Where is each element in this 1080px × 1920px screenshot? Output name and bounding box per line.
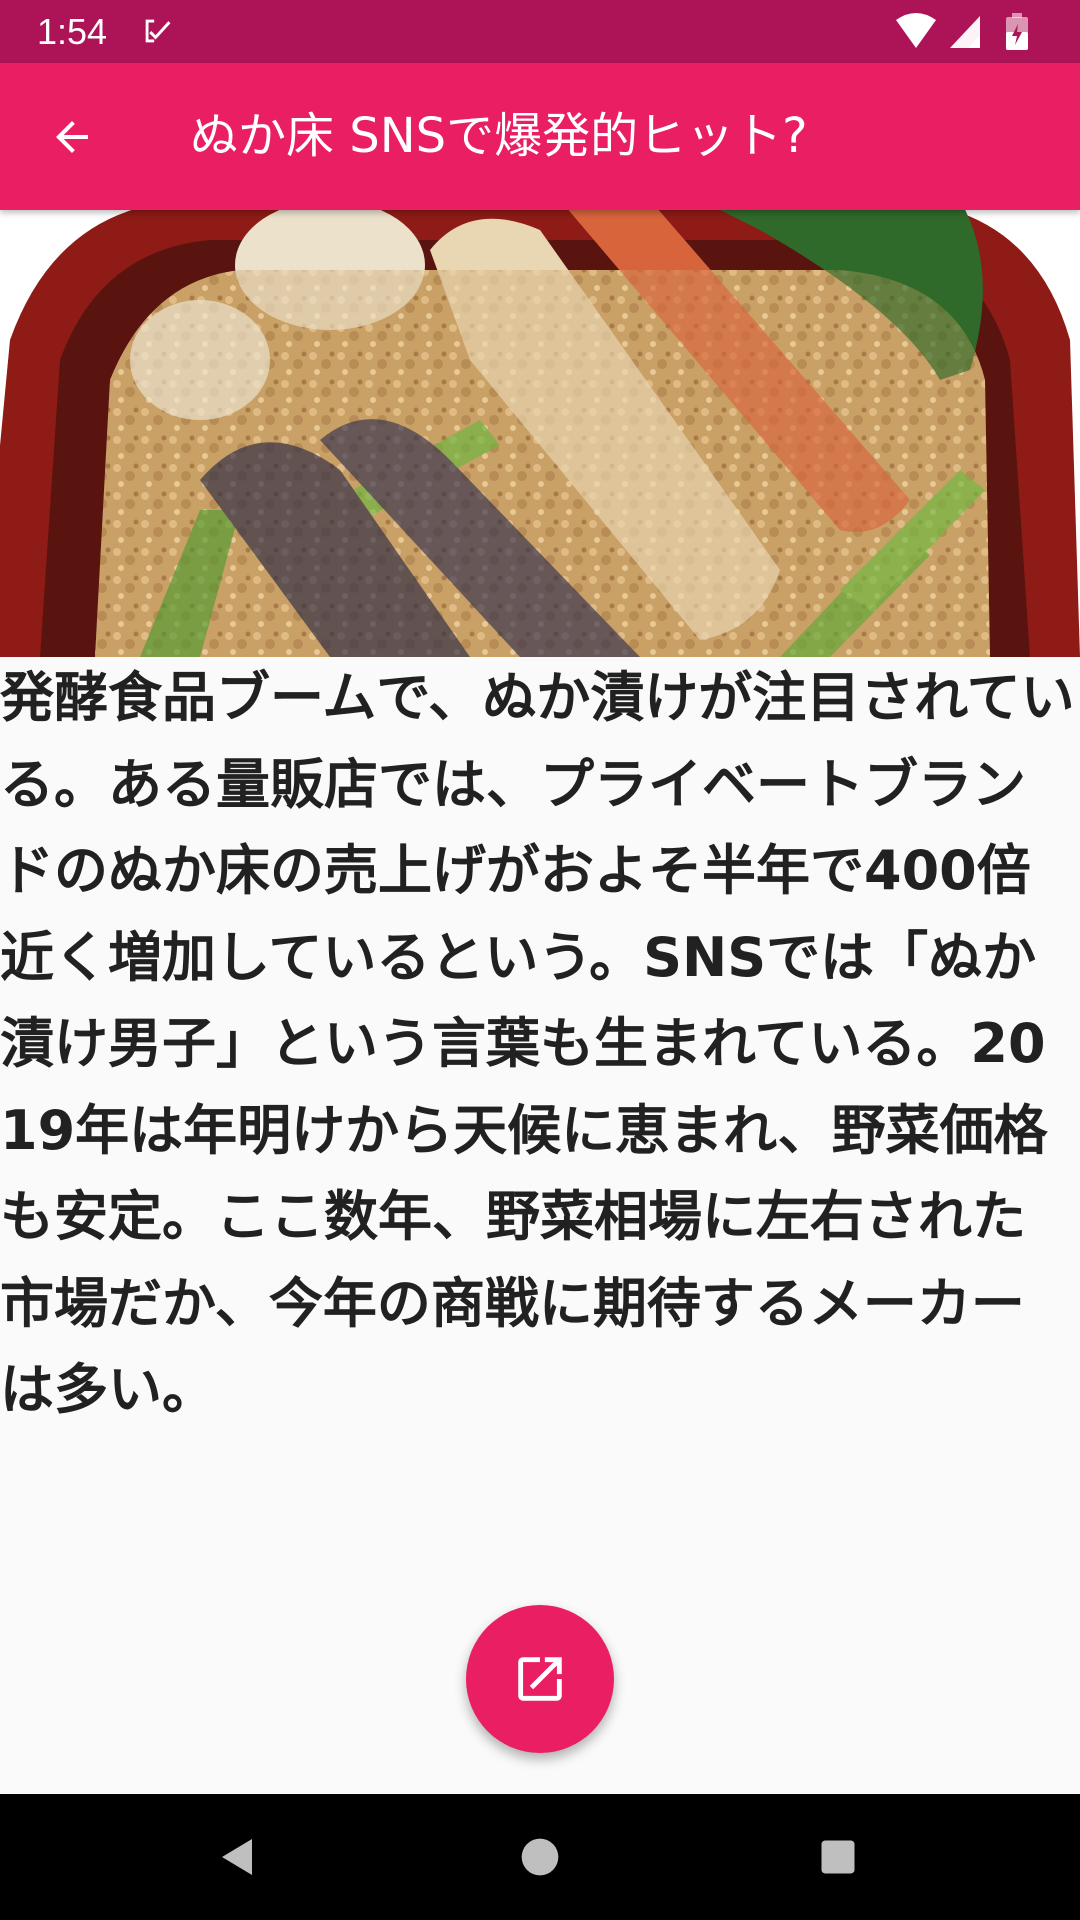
nav-recents-icon bbox=[821, 1840, 855, 1874]
nav-home-button[interactable] bbox=[490, 1814, 590, 1900]
nav-home-icon bbox=[521, 1838, 559, 1876]
nav-back-button[interactable] bbox=[188, 1814, 288, 1900]
nav-back-icon bbox=[222, 1839, 252, 1875]
status-time: 1:54 bbox=[37, 11, 108, 52]
nukazuke-vegetables-in-pot bbox=[0, 210, 1080, 657]
status-bar: 1:54 bbox=[0, 0, 1080, 63]
nav-recents-button[interactable] bbox=[788, 1814, 888, 1900]
open-in-browser-button[interactable] bbox=[466, 1605, 614, 1753]
page-title: ぬか床 SNSで爆発的ヒット? bbox=[190, 108, 808, 164]
article-body: 発酵食品ブームで、ぬか漬けが注目されている。ある量販店では、プライベートブランド… bbox=[0, 666, 1075, 1421]
check-notification-icon bbox=[145, 19, 171, 43]
wifi-icon bbox=[896, 13, 936, 48]
navigation-bar bbox=[0, 1794, 1080, 1920]
battery-icon bbox=[1006, 13, 1028, 50]
app-bar: ぬか床 SNSで爆発的ヒット? bbox=[0, 63, 1080, 210]
arrow-back-icon bbox=[56, 121, 88, 153]
article-image bbox=[0, 210, 1080, 657]
status-icons bbox=[896, 13, 1028, 50]
back-button[interactable] bbox=[28, 93, 116, 181]
open-in-new-icon bbox=[518, 1657, 562, 1701]
cell-signal-icon bbox=[950, 16, 980, 48]
